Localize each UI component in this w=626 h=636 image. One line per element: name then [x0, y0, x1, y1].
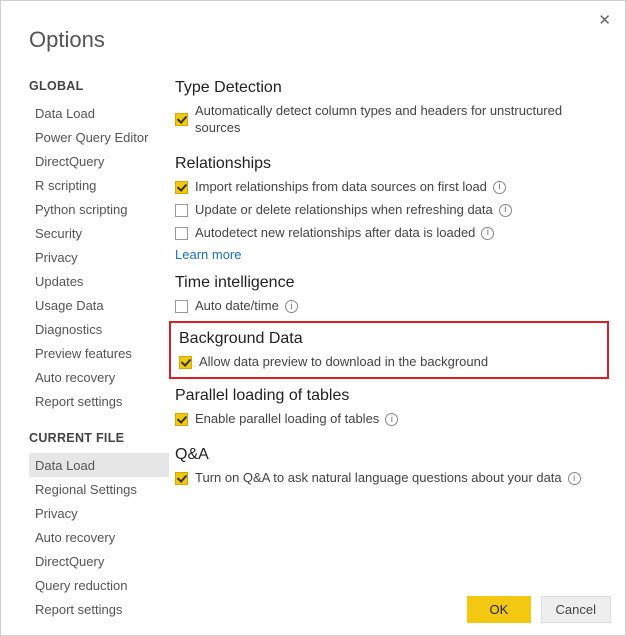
sidebar-item-privacy-current[interactable]: Privacy: [29, 501, 169, 525]
close-icon[interactable]: ✕: [598, 11, 611, 29]
ok-button[interactable]: OK: [467, 596, 531, 623]
option-background-preview[interactable]: Allow data preview to download in the ba…: [179, 354, 599, 371]
sidebar-item-usage-data[interactable]: Usage Data: [29, 293, 169, 317]
group-title-relationships: Relationships: [175, 155, 607, 173]
group-title-parallel-loading: Parallel loading of tables: [175, 387, 607, 405]
checkbox-icon[interactable]: [175, 413, 188, 426]
sidebar-item-regional-settings[interactable]: Regional Settings: [29, 477, 169, 501]
option-label: Enable parallel loading of tables: [195, 411, 379, 428]
dialog-body: GLOBAL Data Load Power Query Editor Dire…: [29, 79, 611, 581]
option-import-relationships[interactable]: Import relationships from data sources o…: [175, 179, 607, 196]
sidebar-item-auto-recovery-global[interactable]: Auto recovery: [29, 365, 169, 389]
sidebar-item-query-reduction[interactable]: Query reduction: [29, 573, 169, 597]
sidebar-item-updates[interactable]: Updates: [29, 269, 169, 293]
option-label: Autodetect new relationships after data …: [195, 225, 475, 242]
sidebar-item-report-settings-global[interactable]: Report settings: [29, 389, 169, 413]
sidebar-item-python-scripting[interactable]: Python scripting: [29, 197, 169, 221]
sidebar-header-global: GLOBAL: [29, 79, 169, 93]
option-label: Update or delete relationships when refr…: [195, 202, 493, 219]
sidebar-item-data-load-global[interactable]: Data Load: [29, 101, 169, 125]
info-icon[interactable]: i: [385, 413, 398, 426]
sidebar-item-report-settings-current[interactable]: Report settings: [29, 597, 169, 621]
option-label: Allow data preview to download in the ba…: [199, 354, 488, 371]
sidebar-item-directquery-current[interactable]: DirectQuery: [29, 549, 169, 573]
checkbox-icon[interactable]: [175, 113, 188, 126]
sidebar-header-current-file: CURRENT FILE: [29, 431, 169, 445]
checkbox-icon[interactable]: [175, 227, 188, 240]
option-auto-date-time[interactable]: Auto date/time i: [175, 298, 607, 315]
main-panel: Type Detection Automatically detect colu…: [169, 79, 611, 581]
checkbox-icon[interactable]: [175, 300, 188, 313]
sidebar-item-diagnostics[interactable]: Diagnostics: [29, 317, 169, 341]
sidebar-item-privacy-global[interactable]: Privacy: [29, 245, 169, 269]
sidebar-item-r-scripting[interactable]: R scripting: [29, 173, 169, 197]
option-label: Auto date/time: [195, 298, 279, 315]
checkbox-icon[interactable]: [175, 204, 188, 217]
option-autodetect-relationships[interactable]: Autodetect new relationships after data …: [175, 225, 607, 242]
dialog-title: Options: [1, 1, 625, 53]
option-label: Import relationships from data sources o…: [195, 179, 487, 196]
checkbox-icon[interactable]: [179, 356, 192, 369]
option-parallel-loading[interactable]: Enable parallel loading of tables i: [175, 411, 607, 428]
sidebar-item-directquery-global[interactable]: DirectQuery: [29, 149, 169, 173]
sidebar-item-power-query-editor[interactable]: Power Query Editor: [29, 125, 169, 149]
dialog-footer: OK Cancel: [461, 596, 611, 623]
sidebar: GLOBAL Data Load Power Query Editor Dire…: [29, 79, 169, 581]
group-title-type-detection: Type Detection: [175, 79, 607, 97]
sidebar-item-auto-recovery-current[interactable]: Auto recovery: [29, 525, 169, 549]
option-qa[interactable]: Turn on Q&A to ask natural language ques…: [175, 470, 607, 487]
group-title-qa: Q&A: [175, 446, 607, 464]
option-label: Automatically detect column types and he…: [195, 103, 607, 137]
sidebar-item-security[interactable]: Security: [29, 221, 169, 245]
option-auto-detect-columns[interactable]: Automatically detect column types and he…: [175, 103, 607, 137]
group-title-time-intelligence: Time intelligence: [175, 274, 607, 292]
learn-more-link[interactable]: Learn more: [175, 247, 607, 262]
info-icon[interactable]: i: [285, 300, 298, 313]
info-icon[interactable]: i: [568, 472, 581, 485]
info-icon[interactable]: i: [493, 181, 506, 194]
option-label: Turn on Q&A to ask natural language ques…: [195, 470, 562, 487]
checkbox-icon[interactable]: [175, 181, 188, 194]
sidebar-item-preview-features[interactable]: Preview features: [29, 341, 169, 365]
info-icon[interactable]: i: [481, 227, 494, 240]
group-title-background-data: Background Data: [179, 330, 599, 348]
sidebar-item-data-load-current[interactable]: Data Load: [29, 453, 169, 477]
option-update-delete-relationships[interactable]: Update or delete relationships when refr…: [175, 202, 607, 219]
cancel-button[interactable]: Cancel: [541, 596, 611, 623]
checkbox-icon[interactable]: [175, 472, 188, 485]
highlight-box: Background Data Allow data preview to do…: [169, 321, 609, 379]
info-icon[interactable]: i: [499, 204, 512, 217]
